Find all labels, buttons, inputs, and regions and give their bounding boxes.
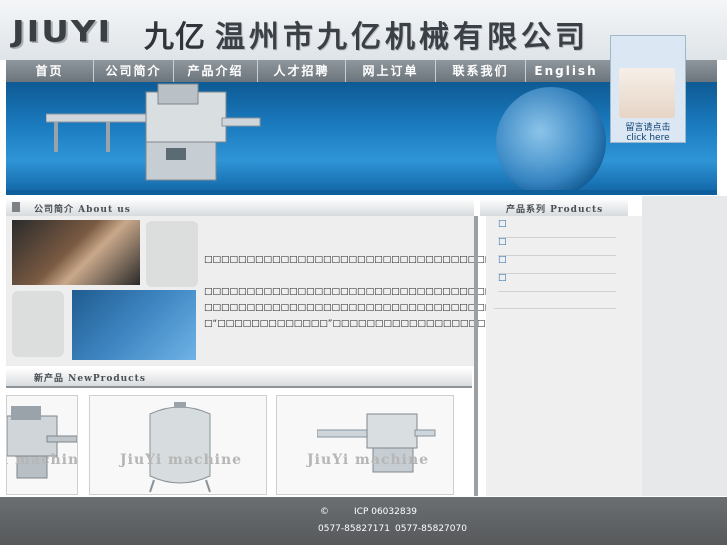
watermark-text: JiuYi machine: [307, 452, 430, 468]
packing-machine-image: [46, 83, 261, 181]
headset-operator-image[interactable]: [619, 68, 675, 118]
column-divider: [474, 216, 478, 496]
image-placeholder: [12, 291, 64, 357]
icp-number: ICP 06032839: [354, 507, 418, 517]
product-card[interactable]: JiuYi machine: [276, 395, 454, 495]
phone-1: 0577-85827171: [318, 524, 390, 534]
nav-contact[interactable]: 联系我们: [436, 60, 526, 82]
new-products-title-bar: 新产品 NewProducts: [6, 368, 472, 388]
banner-bottom-strip: [6, 190, 717, 195]
products-title: 产品系列 Products: [506, 205, 604, 215]
nav-home[interactable]: 首页: [6, 60, 94, 82]
copyright-symbol: ©: [320, 507, 329, 517]
contact-label[interactable]: 留言请点击 click here: [612, 123, 684, 143]
product-image[interactable]: [140, 400, 220, 494]
about-title: 公司简介 About us: [34, 205, 131, 215]
about-paragraph: □□□□□□□□□□□□□□□□□□□□□□□□□□□□□□□□□□□□□□□□…: [204, 271, 630, 297]
about-paragraph: □□□□□□□□□□□□□□□□□□□□□□□□□□□□□□□□□□□□□□□□…: [204, 239, 596, 265]
handshake-image: [12, 220, 140, 285]
product-card[interactable]: JiuYi machine: [6, 395, 78, 495]
about-paragraph: □□□□□□□□□□□□□□□□□□□□□□□□□□□□□□□□□□□□□□□: [204, 303, 536, 313]
contact-line1[interactable]: 留言请点击: [612, 123, 684, 133]
about-paragraph: □“□□□□□□□□□□□□□”□□□□□□□□□□□□□□□□□□□□□□□□…: [204, 319, 588, 329]
nav-products[interactable]: 产品介绍: [174, 60, 258, 82]
company-name: 温州市九亿机械有限公司: [215, 20, 589, 55]
product-link[interactable]: □: [498, 219, 616, 238]
product-link[interactable]: □: [498, 255, 616, 274]
about-title-bar: 公司简介 About us: [6, 198, 474, 216]
product-card[interactable]: JiuYi machine: [89, 395, 267, 495]
nav-order[interactable]: 网上订单: [346, 60, 436, 82]
logo-latin[interactable]: JIUYI: [12, 15, 112, 49]
gears-image: [72, 290, 196, 360]
bullet-icon: [12, 202, 20, 212]
about-text: □□□□□□□□□□□□□□□□□□□□□□□□□□□□□□□□□□□□□□□□…: [204, 236, 630, 332]
new-products-title: 新产品 NewProducts: [34, 374, 146, 384]
image-placeholder: [146, 221, 198, 287]
nav-jobs[interactable]: 人才招聘: [258, 60, 346, 82]
product-link[interactable]: □: [498, 273, 616, 292]
phone-2: 0577-85827070: [395, 524, 467, 534]
nav-about[interactable]: 公司简介: [94, 60, 174, 82]
product-image[interactable]: [7, 402, 78, 482]
logo-chinese: 九亿: [144, 20, 206, 55]
watermark-text: JiuYi machine: [7, 452, 77, 468]
footer: © ICP 06032839 0577-85827171 0577-858270…: [0, 497, 727, 545]
product-divider: [494, 308, 616, 309]
contact-line2[interactable]: click here: [612, 133, 684, 143]
nav-english[interactable]: English: [526, 60, 606, 82]
right-background: [642, 196, 727, 496]
products-title-bar: 产品系列 Products: [480, 198, 628, 216]
globe-graphic: [496, 87, 606, 194]
watermark-text: JiuYi machine: [120, 452, 243, 468]
product-link[interactable]: □: [498, 237, 616, 256]
